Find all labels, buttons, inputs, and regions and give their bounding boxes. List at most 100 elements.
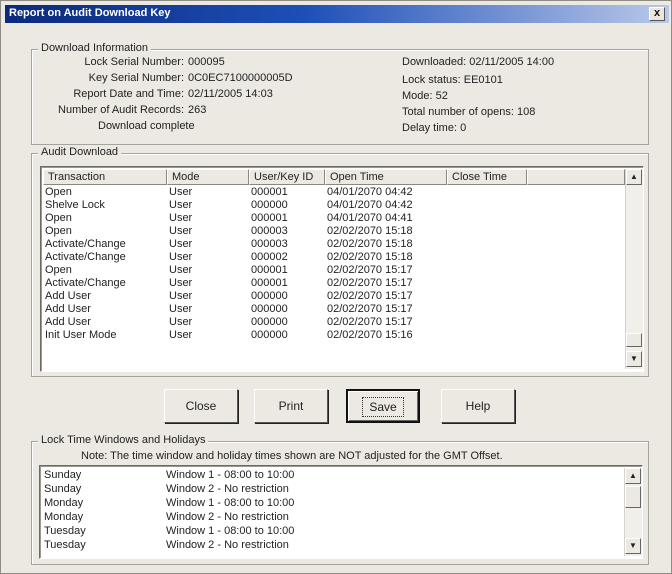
cell-open-time: 04/01/2070 04:41 (327, 212, 413, 224)
audit-download-legend: Audit Download (38, 146, 122, 158)
scroll-up-button[interactable]: ▲ (626, 169, 642, 185)
close-icon: x (653, 7, 661, 19)
scroll-thumb[interactable] (625, 486, 641, 508)
cell-user-key-id: 000000 (251, 329, 288, 341)
cell-mode: User (169, 238, 193, 250)
scroll-down-button[interactable]: ▼ (625, 538, 641, 554)
audit-list-scrollbar[interactable]: ▲ ▼ (625, 169, 643, 369)
day-cell: Tuesday (44, 539, 86, 551)
help-button-label: Help (465, 399, 491, 413)
cell-mode: User (169, 251, 193, 263)
scroll-down-icon: ▼ (629, 541, 637, 550)
cell-transaction: Open (45, 225, 72, 237)
cell-transaction: Activate/Change (45, 251, 126, 263)
key-serial-value: 0C0EC7100000005D (188, 72, 293, 84)
save-button-label: Save (362, 397, 404, 417)
cell-open-time: 02/02/2070 15:17 (327, 290, 413, 302)
scroll-up-button[interactable]: ▲ (625, 468, 641, 484)
download-information-legend: Download Information (38, 42, 152, 54)
column-header-close-time[interactable]: Close Time (447, 169, 527, 185)
cell-open-time: 02/02/2070 15:17 (327, 264, 413, 276)
cell-user-key-id: 000000 (251, 290, 288, 302)
column-header-user-key-id[interactable]: User/Key ID (249, 169, 325, 185)
download-information-group: Download Information Lock Serial Number:… (31, 42, 649, 145)
scroll-down-icon: ▼ (630, 354, 638, 363)
window-cell: Window 2 - No restriction (166, 483, 289, 495)
gmt-offset-note: Note: The time window and holiday times … (81, 450, 503, 462)
column-header-transaction[interactable]: Transaction (43, 169, 167, 185)
window-cell: Window 1 - 08:00 to 10:00 (166, 525, 295, 537)
cell-user-key-id: 000000 (251, 303, 288, 315)
day-cell: Monday (44, 511, 84, 523)
cell-open-time: 02/02/2070 15:18 (327, 251, 413, 263)
day-cell: Monday (44, 497, 84, 509)
cell-transaction: Open (45, 186, 72, 198)
cell-open-time: 04/01/2070 04:42 (327, 199, 413, 211)
download-complete-text: Download complete (98, 120, 195, 132)
key-serial-label: Key Serial Number: (88, 72, 184, 84)
close-window-button[interactable]: x (649, 7, 665, 21)
cell-open-time: 02/02/2070 15:18 (327, 238, 413, 250)
cell-mode: User (169, 277, 193, 289)
cell-mode: User (169, 290, 193, 302)
cell-transaction: Activate/Change (45, 238, 126, 250)
column-header-spacer (527, 169, 625, 185)
window-title: Report on Audit Download Key (9, 7, 171, 19)
num-records-label: Number of Audit Records: (58, 104, 184, 116)
num-records-value: 263 (188, 104, 207, 116)
save-button[interactable]: Save (346, 389, 420, 423)
cell-user-key-id: 000000 (251, 316, 288, 328)
total-opens-text: Total number of opens: 108 (402, 106, 536, 118)
cell-user-key-id: 000003 (251, 225, 288, 237)
downloaded-text: Downloaded: 02/11/2005 14:00 (402, 56, 555, 68)
cell-mode: User (169, 199, 193, 211)
cell-user-key-id: 000002 (251, 251, 288, 263)
close-button[interactable]: Close (164, 389, 238, 423)
report-date-value: 02/11/2005 14:03 (188, 88, 273, 100)
cell-user-key-id: 000003 (251, 238, 288, 250)
cell-mode: User (169, 303, 193, 315)
report-window: Report on Audit Download Key x Download … (0, 0, 672, 574)
cell-transaction: Shelve Lock (45, 199, 105, 211)
cell-mode: User (169, 212, 193, 224)
scroll-down-button[interactable]: ▼ (626, 351, 642, 367)
cell-open-time: 04/01/2070 04:42 (327, 186, 413, 198)
column-header-mode[interactable]: Mode (167, 169, 249, 185)
day-cell: Sunday (44, 469, 82, 481)
scroll-up-icon: ▲ (630, 172, 638, 181)
cell-user-key-id: 000000 (251, 199, 288, 211)
lock-status-text: Lock status: EE0101 (402, 74, 503, 86)
audit-list[interactable]: Transaction Mode User/Key ID Open Time C… (40, 166, 644, 372)
cell-user-key-id: 000001 (251, 264, 288, 276)
help-button[interactable]: Help (441, 389, 515, 423)
cell-mode: User (169, 316, 193, 328)
cell-user-key-id: 000001 (251, 186, 288, 198)
cell-mode: User (169, 225, 193, 237)
mode-text: Mode: 52 (402, 90, 448, 102)
window-cell: Window 2 - No restriction (166, 539, 289, 551)
print-button[interactable]: Print (254, 389, 328, 423)
delay-time-text: Delay time: 0 (402, 122, 467, 134)
scroll-thumb[interactable] (626, 333, 642, 347)
audit-download-group: Audit Download Transaction Mode User/Key… (31, 146, 649, 377)
scroll-up-icon: ▲ (629, 471, 637, 480)
cell-transaction: Add User (45, 303, 91, 315)
cell-transaction: Add User (45, 290, 91, 302)
window-cell: Window 2 - No restriction (166, 511, 289, 523)
cell-open-time: 02/02/2070 15:17 (327, 316, 413, 328)
title-bar: Report on Audit Download Key x (5, 5, 669, 23)
cell-open-time: 02/02/2070 15:17 (327, 277, 413, 289)
lock-serial-label: Lock Serial Number: (84, 56, 184, 68)
cell-transaction: Open (45, 264, 72, 276)
cell-transaction: Open (45, 212, 72, 224)
lock-time-scrollbar[interactable]: ▲ ▼ (624, 468, 642, 556)
cell-user-key-id: 000001 (251, 212, 288, 224)
cell-transaction: Activate/Change (45, 277, 126, 289)
cell-open-time: 02/02/2070 15:17 (327, 303, 413, 315)
cell-transaction: Add User (45, 316, 91, 328)
column-header-open-time[interactable]: Open Time (325, 169, 447, 185)
cell-open-time: 02/02/2070 15:18 (327, 225, 413, 237)
close-button-label: Close (185, 399, 217, 413)
day-cell: Sunday (44, 483, 82, 495)
lock-time-list[interactable]: Sunday Window 1 - 08:00 to 10:00 Sunday Wi… (39, 465, 643, 559)
